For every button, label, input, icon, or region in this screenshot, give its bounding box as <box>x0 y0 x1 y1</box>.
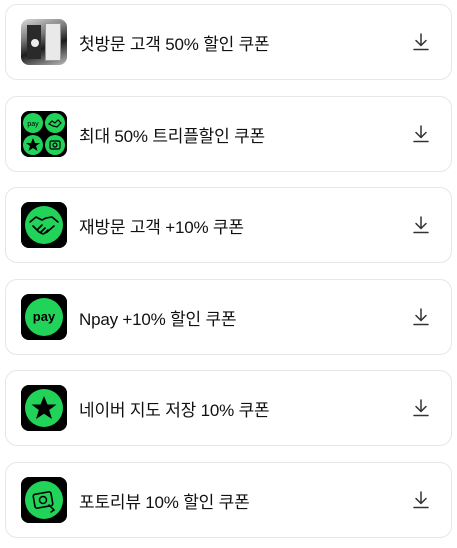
star-icon <box>21 385 67 431</box>
coupon-card[interactable]: pay Npay +10% 할인 쿠폰 <box>5 279 452 355</box>
store-photo-icon <box>21 19 67 65</box>
coupon-card[interactable]: pay 최대 50% 트리플할인 쿠폰 <box>5 96 452 172</box>
download-icon[interactable] <box>411 32 431 52</box>
download-icon[interactable] <box>411 398 431 418</box>
handshake-icon <box>21 202 67 248</box>
svg-text:pay: pay <box>27 121 39 128</box>
npay-icon: pay <box>21 294 67 340</box>
coupon-card[interactable]: 첫방문 고객 50% 할인 쿠폰 <box>5 4 452 80</box>
coupon-label: Npay +10% 할인 쿠폰 <box>79 309 237 329</box>
coupon-label: 네이버 지도 저장 10% 쿠폰 <box>79 400 270 420</box>
coupon-card[interactable]: 네이버 지도 저장 10% 쿠폰 <box>5 370 452 446</box>
svg-text:pay: pay <box>33 309 56 324</box>
download-icon[interactable] <box>411 490 431 510</box>
coupon-label: 첫방문 고객 50% 할인 쿠폰 <box>79 34 270 54</box>
coupon-label: 재방문 고객 +10% 쿠폰 <box>79 217 244 237</box>
download-icon[interactable] <box>411 307 431 327</box>
photo-review-icon <box>21 477 67 523</box>
download-icon[interactable] <box>411 124 431 144</box>
coupon-label: 최대 50% 트리플할인 쿠폰 <box>79 126 265 146</box>
coupon-card[interactable]: 포토리뷰 10% 할인 쿠폰 <box>5 462 452 538</box>
coupon-label: 포토리뷰 10% 할인 쿠폰 <box>79 492 250 512</box>
triple-benefit-icon: pay <box>21 111 67 157</box>
coupon-card[interactable]: 재방문 고객 +10% 쿠폰 <box>5 187 452 263</box>
download-icon[interactable] <box>411 215 431 235</box>
